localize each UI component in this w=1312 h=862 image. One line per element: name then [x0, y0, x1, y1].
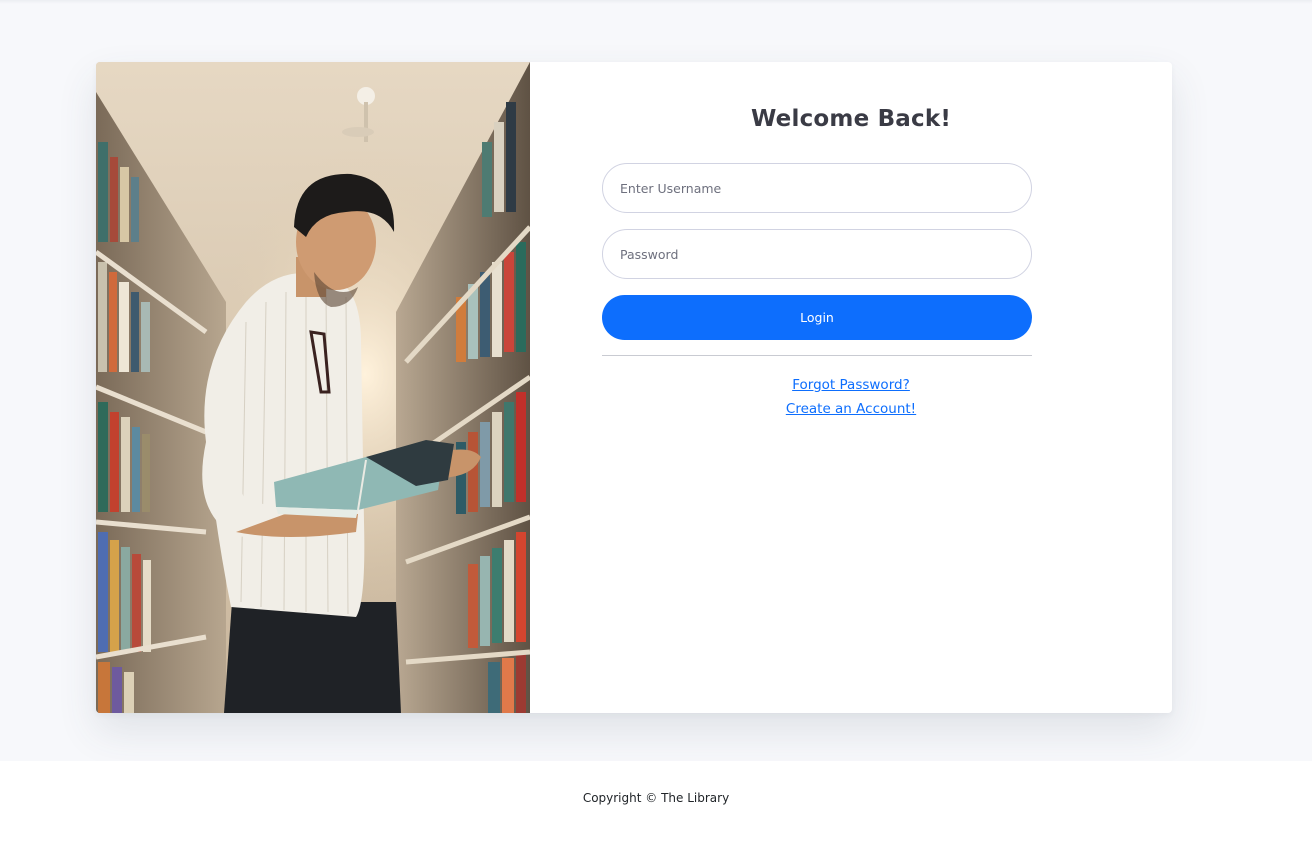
- forgot-password-link[interactable]: Forgot Password?: [792, 377, 910, 393]
- top-edge: [0, 0, 1312, 4]
- library-photo: [96, 62, 530, 713]
- footer: Copyright © The Library: [0, 761, 1312, 862]
- username-input[interactable]: [602, 163, 1032, 213]
- login-card: Welcome Back! Login Forgot Password? Cre…: [96, 62, 1172, 713]
- divider: [602, 355, 1032, 356]
- forgot-password-row: Forgot Password?: [530, 377, 1172, 393]
- login-form: Welcome Back! Login Forgot Password? Cre…: [530, 62, 1172, 713]
- create-account-link[interactable]: Create an Account!: [786, 401, 916, 417]
- copyright-text: Copyright © The Library: [582, 791, 730, 805]
- page-title: Welcome Back!: [750, 106, 952, 132]
- create-account-row: Create an Account!: [530, 401, 1172, 417]
- login-button[interactable]: Login: [602, 295, 1032, 340]
- password-input[interactable]: [602, 229, 1032, 279]
